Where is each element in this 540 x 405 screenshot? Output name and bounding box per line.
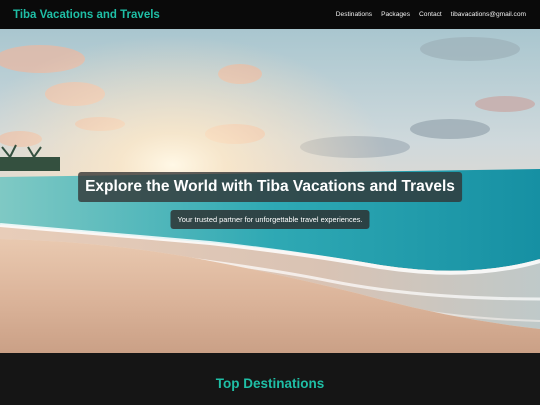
hero-subtitle: Your trusted partner for unforgettable t… <box>170 210 370 230</box>
nav-link-packages[interactable]: Packages <box>381 11 410 18</box>
nav-link-contact[interactable]: Contact <box>419 11 442 18</box>
nav-links: Destinations Packages Contact tibavacati… <box>336 11 526 18</box>
hero-title: Explore the World with Tiba Vacations an… <box>78 172 462 203</box>
brand-logo-link[interactable]: Tiba Vacations and Travels <box>13 9 160 21</box>
nav-link-email[interactable]: tibavacations@gmail.com <box>451 11 526 18</box>
top-destinations-section: Top Destinations <box>0 353 540 405</box>
hero-section: Explore the World with Tiba Vacations an… <box>0 29 540 353</box>
nav-link-destinations[interactable]: Destinations <box>336 11 372 18</box>
section-title: Top Destinations <box>215 376 325 391</box>
navbar: Tiba Vacations and Travels Destinations … <box>0 0 540 29</box>
